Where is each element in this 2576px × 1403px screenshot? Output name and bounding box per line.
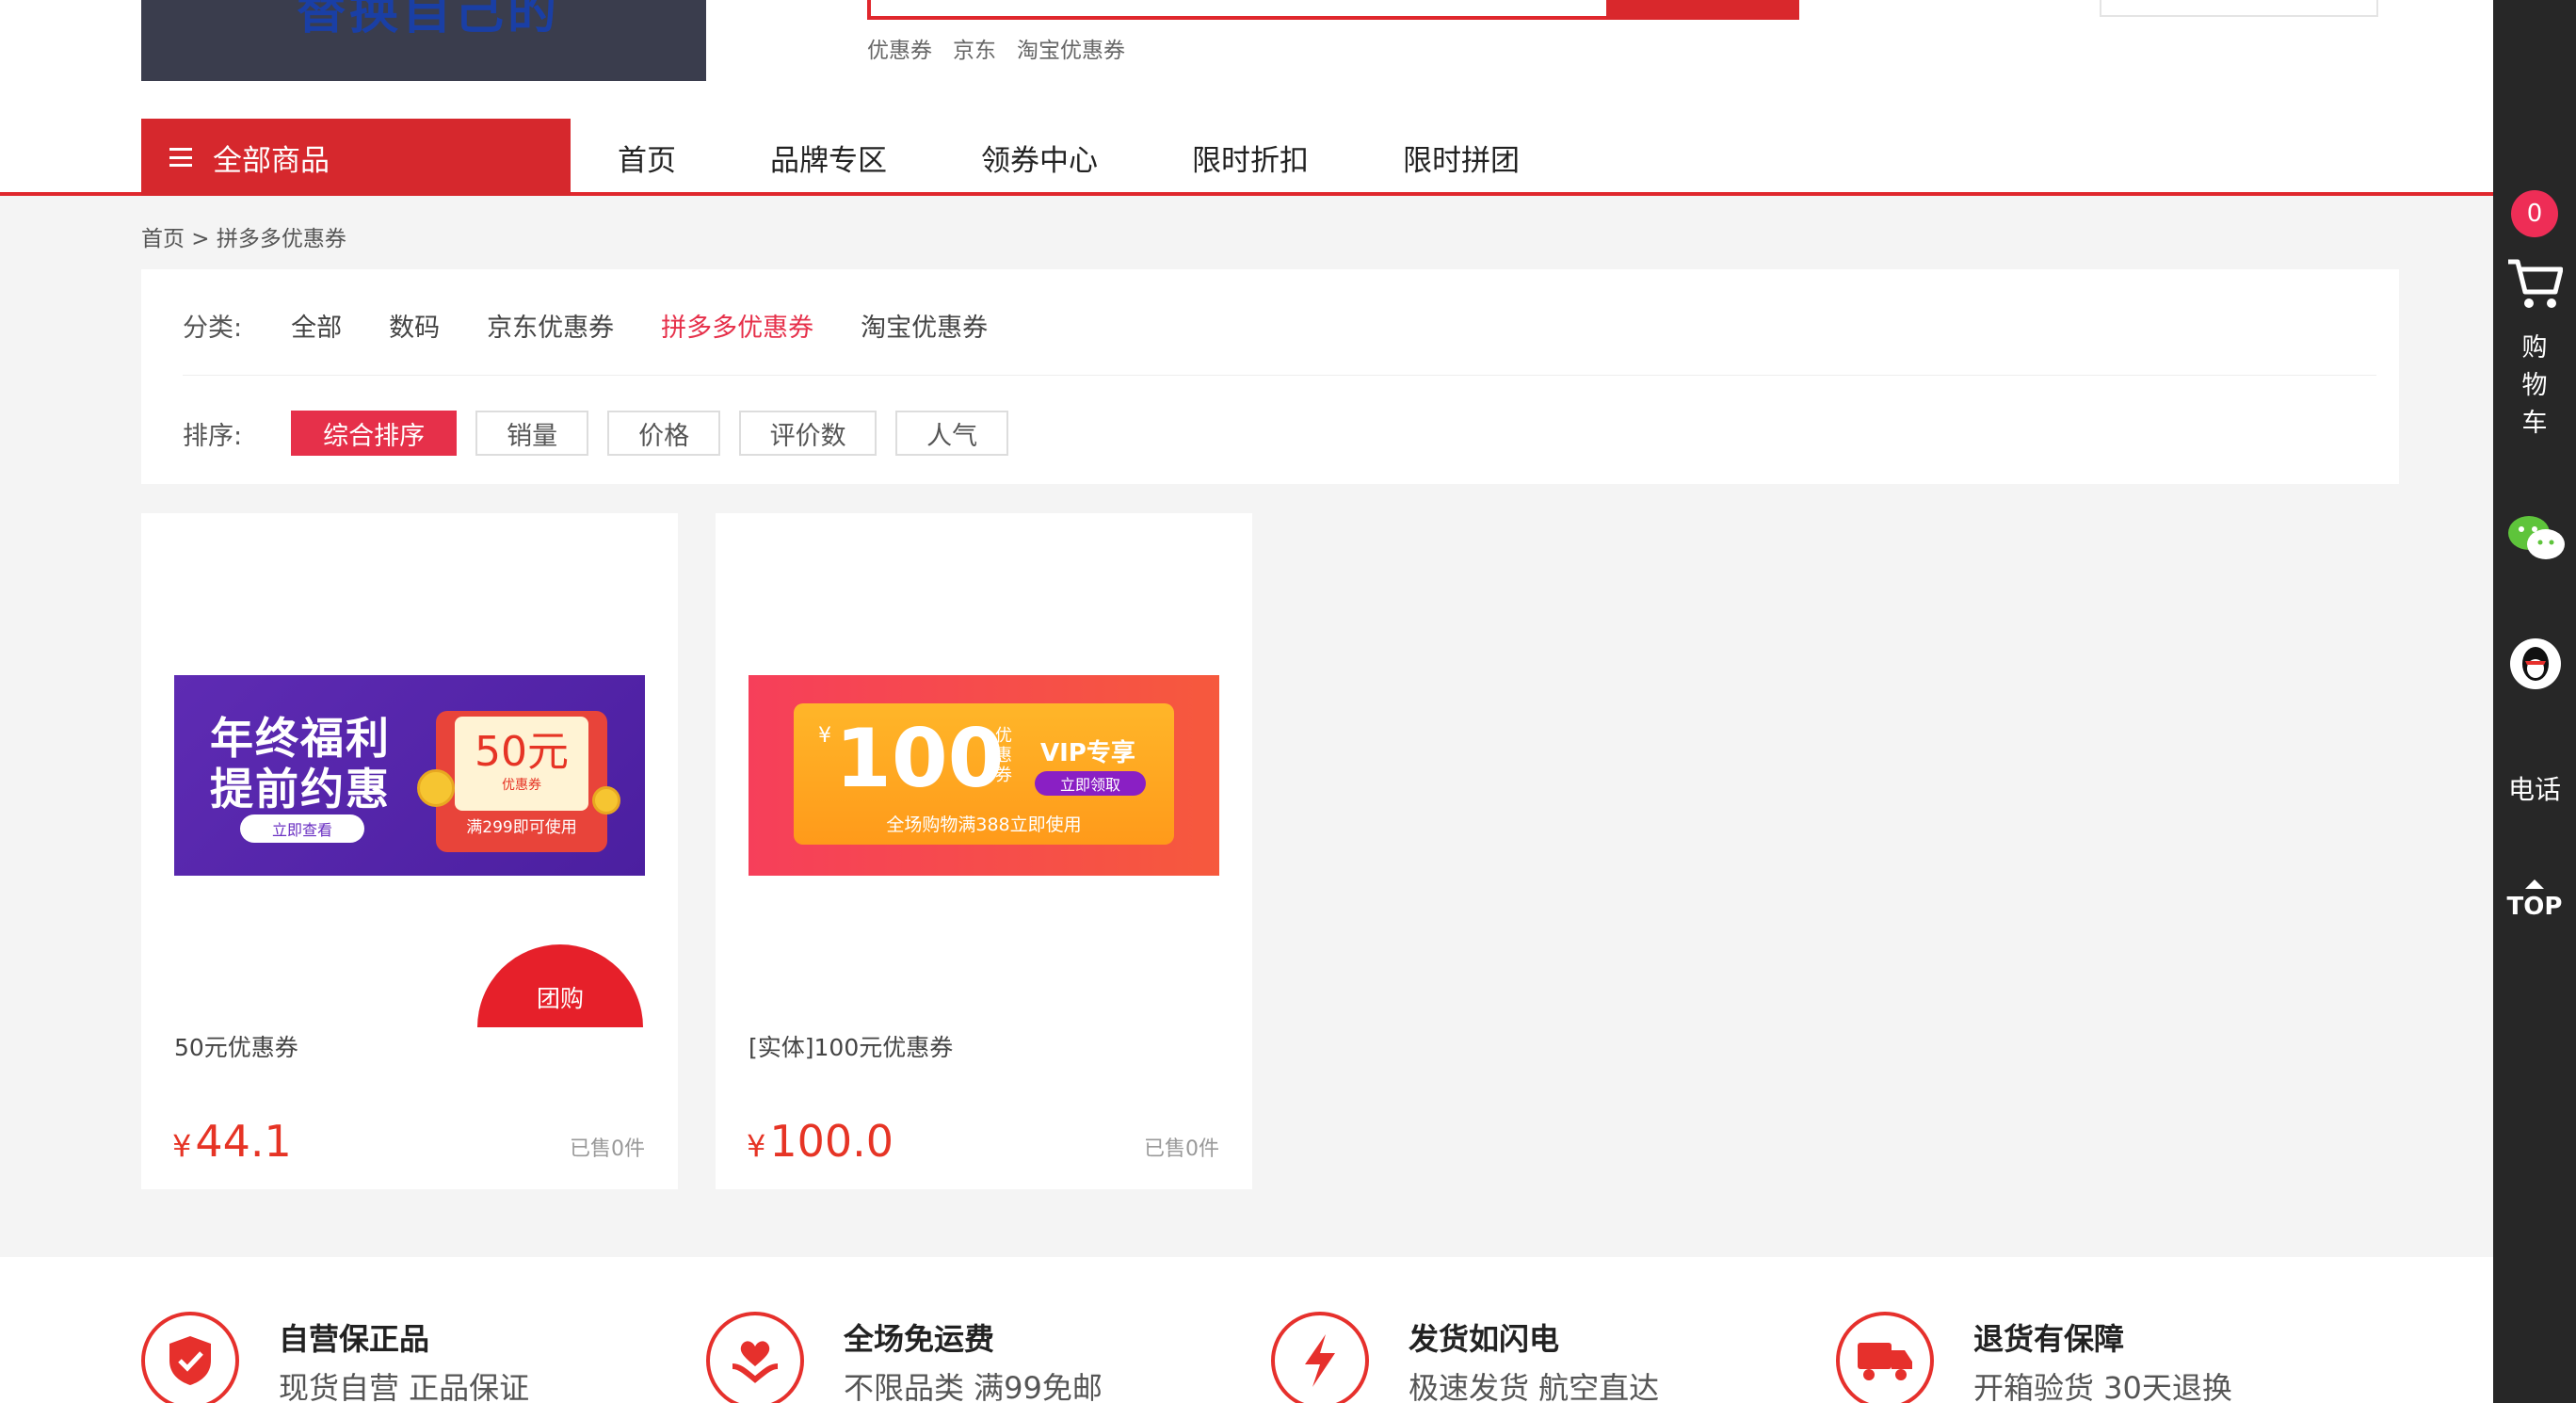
sort-price[interactable]: 价格 (607, 411, 721, 456)
feature-free-shipping: 全场免运费 不限品类 满99免邮 (706, 1312, 1103, 1403)
coupon-unit: 优惠券 (995, 726, 1012, 785)
category-taobao-coupons[interactable]: 淘宝优惠券 (861, 307, 988, 344)
category-all[interactable]: 全部 (291, 307, 342, 344)
hot-word-link[interactable]: 优惠券 (867, 32, 932, 64)
banner-view-button: 立即查看 (240, 814, 364, 843)
product-card[interactable]: ¥ 100 优惠券 VIP专享 立即领取 全场购物满388立即使用 [实体]10… (716, 513, 1252, 1189)
category-filter: 分类: 全部 数码 京东优惠券 拼多多优惠券 淘宝优惠券 (183, 307, 1035, 344)
group-buy-badge: 团购 (477, 944, 643, 1027)
all-categories-label: 全部商品 (213, 143, 330, 178)
right-toolbar: 0 购物车 电话 TOP (2493, 0, 2576, 1403)
heart-hands-icon (706, 1312, 804, 1403)
feature-genuine: 自营保正品 现货自营 正品保证 (141, 1312, 529, 1403)
currency-symbol: ¥ (747, 1128, 766, 1164)
claim-button: 立即领取 (1035, 771, 1146, 796)
truck-icon (1836, 1312, 1934, 1403)
feature-title: 自营保正品 (279, 1321, 430, 1357)
sort-reviews[interactable]: 评价数 (739, 411, 877, 456)
product-title[interactable]: 50元优惠券 (174, 1029, 298, 1063)
price-value: 44.1 (195, 1116, 292, 1167)
currency-symbol: ¥ (172, 1128, 192, 1164)
arrow-up-icon (2525, 879, 2544, 889)
category-jd-coupons[interactable]: 京东优惠券 (487, 307, 614, 344)
coupon-banner-50: 年终福利 提前约惠 立即查看 50元 优惠券 满299即可使用 (174, 675, 645, 876)
main-nav: 全部商品 首页 品牌专区 领券中心 限时折扣 限时拼团 (0, 119, 2493, 196)
all-categories-button[interactable]: 全部商品 (141, 119, 571, 196)
site-header: 替换自己的 优惠券 京东 淘宝优惠券 全部商品 首页 品牌专区 领券中心 限时折… (0, 0, 2493, 196)
back-to-top-button[interactable]: TOP (2493, 879, 2576, 921)
cart-icon[interactable] (2506, 256, 2564, 314)
nav-item-home[interactable]: 首页 (618, 137, 676, 179)
hot-word-link[interactable]: 淘宝优惠券 (1017, 32, 1125, 64)
cart-count-badge: 0 (2511, 190, 2558, 237)
search-button[interactable] (1606, 0, 1799, 20)
coupon-amount: 50元 (475, 728, 569, 776)
sort-default[interactable]: 综合排序 (291, 411, 458, 456)
sort-label: 排序: (183, 421, 243, 451)
product-price: ¥100.0 (747, 1116, 894, 1167)
sort-popularity[interactable]: 人气 (895, 411, 1009, 456)
lightning-icon (1271, 1312, 1369, 1403)
nav-item-group-buy[interactable]: 限时拼团 (1403, 137, 1520, 179)
sold-count: 已售0件 (1144, 1137, 1219, 1161)
feature-fast-delivery: 发货如闪电 极速发货 航空直达 (1271, 1312, 1659, 1403)
price-value: 100.0 (769, 1116, 894, 1167)
coupon-graphic: 50元 优惠券 满299即可使用 (436, 711, 607, 852)
shield-check-icon (141, 1312, 239, 1403)
coin-icon (417, 769, 455, 807)
product-card[interactable]: 年终福利 提前约惠 立即查看 50元 优惠券 满299即可使用 团购 50元优惠… (141, 513, 678, 1189)
phone-button[interactable]: 电话 (2493, 769, 2576, 807)
nav-item-coupons[interactable]: 领券中心 (981, 137, 1098, 179)
product-image[interactable]: 年终福利 提前约惠 立即查看 50元 优惠券 满299即可使用 (174, 675, 645, 876)
coupon-amount: 100 (835, 712, 1005, 806)
filter-panel: 分类: 全部 数码 京东优惠券 拼多多优惠券 淘宝优惠券 排序: 综合排序 销量… (141, 269, 2399, 484)
hot-search-words: 优惠券 京东 淘宝优惠券 (867, 32, 1125, 64)
coin-icon (592, 786, 620, 814)
vip-label: VIP专享 (1040, 739, 1135, 767)
coupon-ticket: ¥ 100 优惠券 VIP专享 立即领取 全场购物满388立即使用 (794, 703, 1174, 845)
service-guarantees: 自营保正品 现货自营 正品保证 全场免运费 不限品类 满99免邮 发货如闪电 极… (0, 1257, 2493, 1403)
banner-title: 年终福利 提前约惠 (210, 713, 391, 814)
product-price: ¥44.1 (172, 1116, 292, 1167)
nav-item-brands[interactable]: 品牌专区 (770, 137, 887, 179)
site-logo[interactable]: 替换自己的 (141, 0, 706, 81)
coupon-yen: ¥ (818, 724, 831, 748)
coupon-sub: 优惠券 (502, 778, 541, 793)
cart-label[interactable]: 购物车 (2493, 330, 2576, 443)
sold-count: 已售0件 (570, 1137, 645, 1161)
wechat-icon[interactable] (2506, 512, 2567, 569)
feature-subtitle: 极速发货 航空直达 (1409, 1370, 1660, 1403)
logo-text: 替换自己的 (297, 0, 561, 40)
feature-title: 全场免运费 (844, 1321, 995, 1357)
feature-subtitle: 开箱验货 30天退换 (1973, 1370, 2232, 1403)
feature-subtitle: 不限品类 满99免邮 (844, 1370, 1103, 1403)
product-image[interactable]: ¥ 100 优惠券 VIP专享 立即领取 全场购物满388立即使用 (749, 675, 1219, 876)
feature-returns: 退货有保障 开箱验货 30天退换 (1836, 1312, 2232, 1403)
menu-icon (169, 148, 192, 167)
coupon-condition: 全场购物满388立即使用 (886, 814, 1082, 835)
category-label: 分类: (183, 314, 243, 343)
hot-word-link[interactable]: 京东 (953, 32, 996, 64)
category-digital[interactable]: 数码 (389, 307, 440, 344)
feature-title: 退货有保障 (1973, 1321, 2125, 1357)
user-box[interactable] (2100, 0, 2378, 17)
nav-item-flash-sale[interactable]: 限时折扣 (1192, 137, 1309, 179)
nav-links: 首页 品牌专区 领券中心 限时折扣 限时拼团 (618, 119, 1614, 196)
filter-divider (183, 375, 2376, 376)
coupon-condition: 满299即可使用 (466, 818, 577, 837)
breadcrumb[interactable]: 首页 > 拼多多优惠券 (141, 220, 346, 252)
coupon-banner-100: ¥ 100 优惠券 VIP专享 立即领取 全场购物满388立即使用 (749, 675, 1219, 876)
product-title[interactable]: [实体]100元优惠券 (749, 1029, 953, 1063)
category-pdd-coupons[interactable]: 拼多多优惠券 (661, 307, 813, 344)
feature-subtitle: 现货自营 正品保证 (279, 1370, 530, 1403)
sort-filter: 排序: 综合排序 销量 价格 评价数 人气 (183, 411, 1027, 456)
sort-sales[interactable]: 销量 (475, 411, 589, 456)
feature-title: 发货如闪电 (1409, 1321, 1560, 1357)
qq-icon[interactable] (2508, 637, 2563, 695)
